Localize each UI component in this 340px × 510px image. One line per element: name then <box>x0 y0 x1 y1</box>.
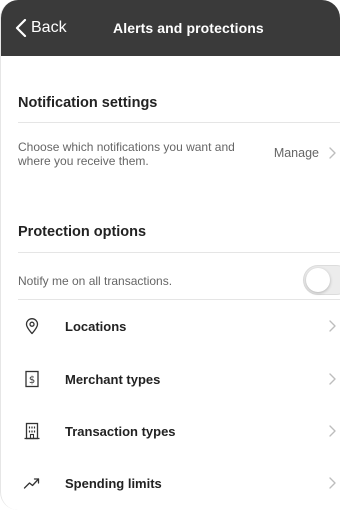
navigation-bar: Back Alerts and protections <box>1 0 340 56</box>
page-title: Alerts and protections <box>113 20 264 36</box>
chevron-right-icon <box>329 373 336 385</box>
list-item-label: Spending limits <box>65 475 162 491</box>
building-icon <box>24 422 40 440</box>
notification-settings-heading: Notification settings <box>18 95 158 111</box>
list-item-label: Locations <box>65 318 127 334</box>
chevron-left-icon <box>15 19 27 37</box>
receipt-dollar-icon: $ <box>25 370 39 388</box>
notify-all-transactions-label: Notify me on all transactions. <box>18 274 173 288</box>
list-item-label: Transaction types <box>65 423 176 439</box>
chevron-right-icon <box>329 425 336 437</box>
protection-options-heading: Protection options <box>18 224 147 240</box>
list-item-spending-limits[interactable]: Spending limits <box>1 457 340 509</box>
chevron-right-icon <box>329 147 336 159</box>
back-button[interactable]: Back <box>15 0 67 56</box>
manage-label: Manage <box>273 146 319 160</box>
alerts-protections-screen: Back Alerts and protections Notification… <box>0 0 340 510</box>
svg-text:$: $ <box>29 375 35 386</box>
location-pin-icon <box>25 318 39 335</box>
chevron-right-icon <box>329 320 336 332</box>
divider <box>18 252 340 253</box>
manage-notifications-button[interactable]: Manage <box>274 146 336 160</box>
list-item-label: Merchant types <box>65 371 161 387</box>
toggle-knob <box>306 268 330 292</box>
trend-up-icon <box>23 478 40 489</box>
divider <box>18 122 340 123</box>
notify-all-transactions-toggle[interactable] <box>303 265 340 295</box>
list-item-locations[interactable]: Locations <box>1 300 340 352</box>
list-item-transaction-types[interactable]: Transaction types <box>1 405 340 457</box>
back-label: Back <box>31 19 67 36</box>
list-item-merchant-types[interactable]: $ Merchant types <box>1 353 340 405</box>
chevron-right-icon <box>329 477 336 489</box>
notification-settings-description: Choose which notifications you want and … <box>18 140 235 168</box>
